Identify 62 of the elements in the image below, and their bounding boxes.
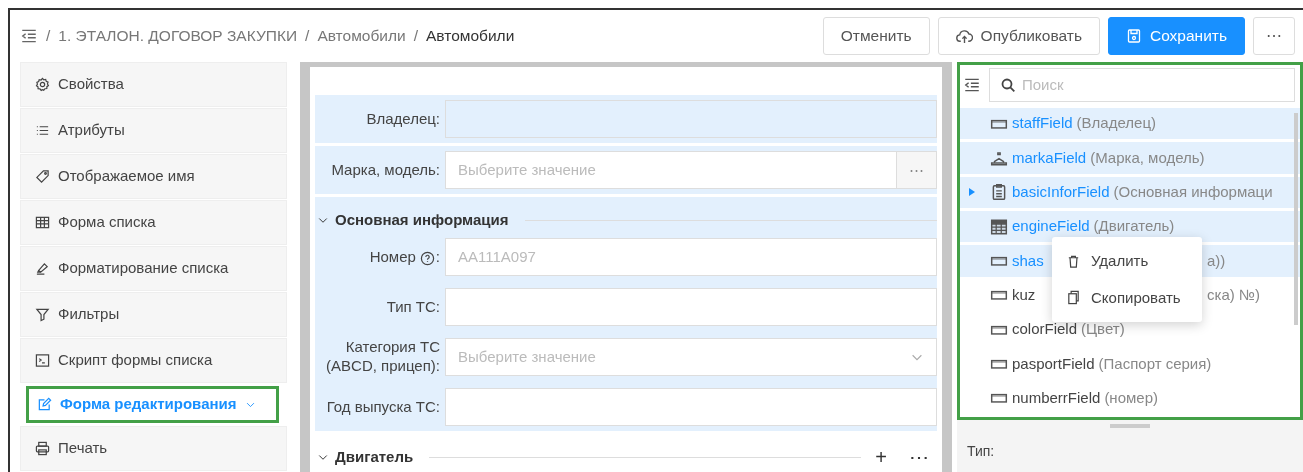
menu-item[interactable]: Удалить [1052,243,1202,280]
publish-button[interactable]: Опубликовать [937,17,1100,55]
collapse-panel-icon[interactable] [963,76,981,94]
sidebar-item[interactable]: Фильтры [20,292,287,337]
field-label: Номер : [368,247,441,267]
tree-item-name[interactable]: kuz [1012,284,1036,307]
gear-icon [35,77,50,92]
lookup-icon [990,149,1008,167]
tag-icon [35,169,50,184]
input-field[interactable] [445,100,937,138]
field-label: Тип ТС: [385,297,441,317]
tree-item[interactable]: pasportField (Паспорт серия) [960,348,1300,380]
copy-icon [1066,290,1081,306]
sidebar-item[interactable]: Форма списка [20,200,287,245]
sidebar-item[interactable]: Форматирование списка [20,246,287,291]
more-button[interactable]: ⋯ [1253,17,1295,55]
table-icon [35,215,50,230]
terminal-icon [35,353,50,368]
tree-item-caption: а)) [1207,250,1226,271]
resize-handle[interactable] [1110,423,1150,428]
tree-item[interactable]: colorField (Цвет) [960,313,1300,346]
scrollbar[interactable] [1294,113,1298,325]
breadcrumb-current: Автомобили [426,26,515,47]
tree-item[interactable]: numberrField (номер) [960,382,1300,414]
tree-item-caption: ска) №) [1207,285,1260,306]
input-field[interactable] [445,388,937,426]
breadcrumb-link[interactable]: Автомобили [317,24,406,48]
edit-icon [37,397,52,412]
breadcrumb-link[interactable]: 1. ЭТАЛОН. ДОГОВОР ЗАКУПКИ [58,24,298,48]
property-label: Тип: [967,443,995,459]
filter-icon [35,307,50,322]
breadcrumb-separator: / [46,26,51,47]
sidebar-item[interactable]: Свойства [20,62,287,107]
more-button[interactable]: ⋯ [901,442,937,472]
add-button[interactable]: + [867,442,895,472]
input-field[interactable] [445,288,937,326]
field-label: Категория ТС (ABCD, прицеп): [325,338,441,376]
field-label: Марка, модель: [330,160,441,180]
clipboard-icon [990,183,1008,202]
sidebar-item[interactable]: Печать [20,426,287,471]
search-icon [1000,77,1016,93]
sidebar-item[interactable]: Скрипт формы списка [20,338,287,383]
printer-icon [35,441,50,456]
table-icon [990,217,1008,236]
breadcrumb-separator: / [413,26,418,47]
menu-toggle-icon[interactable] [20,27,38,45]
save-icon [1125,28,1142,44]
sidebar-item[interactable]: Отображаемое имя [20,154,287,199]
field-label: Год выпуска ТС: [325,397,441,417]
sidebar-item[interactable]: Атрибуты [20,108,287,153]
breadcrumb-separator: / [305,26,310,47]
delete-icon [1066,253,1081,269]
menu-item[interactable]: Скопировать [1052,279,1202,316]
list-icon [35,123,50,138]
field-label: Владелец: [365,109,441,129]
highlighter-icon [35,261,50,276]
upload-icon [955,27,973,45]
section-title: Двигатель [335,446,414,467]
section-title: Основная информация [335,209,509,230]
help-icon [419,251,435,267]
expand-icon[interactable] [968,187,976,198]
cancel-button[interactable]: Отменить [822,17,930,55]
